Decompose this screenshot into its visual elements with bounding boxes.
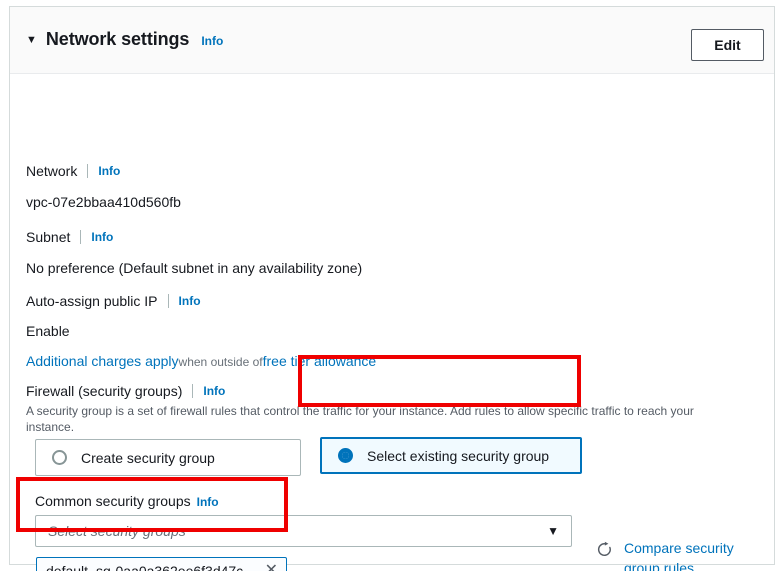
label-divider	[80, 230, 82, 244]
label-divider	[167, 294, 169, 308]
page-title: Network settings	[45, 29, 190, 49]
network-label: Network	[26, 163, 78, 179]
close-icon[interactable]: ✕	[265, 563, 278, 571]
radio-tile-select-existing-security-group[interactable]: Select existing security group	[320, 437, 582, 474]
edit-button[interactable]: Edit	[691, 29, 764, 61]
firewall-description: A security group is a set of firewall ru…	[26, 404, 694, 434]
firewall-info-link[interactable]: Info	[203, 384, 225, 398]
panel-header: ▼ Network settings Info Edit	[10, 7, 774, 74]
subnet-label: Subnet	[26, 229, 71, 245]
additional-charges-note: Additional charges applywhen outside off…	[26, 353, 376, 371]
chevron-down-icon[interactable]: ▼	[547, 525, 559, 537]
firewall-label: Firewall (security groups)	[26, 383, 183, 399]
radio-icon-create-security-group[interactable]	[52, 450, 67, 465]
refresh-icon[interactable]	[596, 541, 613, 558]
subnet-value: No preference (Default subnet in any ava…	[26, 260, 363, 276]
security-group-token-main: default sg-0aa0a362ee6f3d47c	[46, 563, 243, 571]
security-group-token[interactable]: defaultsg-0aa0a362ee6f3d47c ✕ VPC: vpc-0…	[36, 557, 287, 571]
network-label-row: Network Info	[26, 163, 120, 179]
subnet-info-link[interactable]: Info	[91, 230, 113, 244]
common-security-groups-info-link[interactable]: Info	[197, 495, 219, 509]
network-settings-page: ▼ Network settings Info Edit Network Inf…	[0, 0, 783, 571]
security-groups-select-placeholder: Select security groups	[48, 523, 186, 539]
compare-security-group-rules[interactable]: Compare security group rules	[596, 538, 754, 571]
radio-label-create-security-group: Create security group	[81, 449, 215, 466]
auto-assign-public-ip-info-link[interactable]: Info	[179, 294, 201, 308]
charges-note-middle: when outside of	[178, 355, 263, 369]
network-value: vpc-07e2bbaa410d560fb	[26, 194, 181, 210]
radio-icon-select-existing-security-group[interactable]	[338, 448, 353, 463]
network-settings-info-link[interactable]: Info	[201, 34, 223, 48]
common-security-groups-label-row: Common security groups Info	[35, 493, 219, 509]
common-security-groups-label: Common security groups	[35, 493, 191, 509]
compare-security-group-rules-link[interactable]: Compare security group rules	[624, 538, 754, 571]
network-settings-panel: ▼ Network settings Info Edit Network Inf…	[9, 6, 775, 571]
radio-tile-create-security-group[interactable]: Create security group	[35, 439, 301, 476]
security-groups-select[interactable]: Select security groups ▼	[35, 515, 572, 547]
label-divider	[87, 164, 89, 178]
security-group-token-name: default	[46, 563, 89, 571]
subnet-label-row: Subnet Info	[26, 229, 113, 245]
additional-charges-link[interactable]: Additional charges apply	[26, 353, 179, 369]
auto-assign-public-ip-label: Auto-assign public IP	[26, 293, 158, 309]
radio-label-select-existing-security-group: Select existing security group	[367, 447, 550, 464]
security-group-token-id: sg-0aa0a362ee6f3d47c	[96, 563, 244, 571]
auto-assign-public-ip-label-row: Auto-assign public IP Info	[26, 293, 201, 309]
network-info-link[interactable]: Info	[98, 164, 120, 178]
free-tier-allowance-link[interactable]: free tier allowance	[263, 353, 377, 369]
caret-down-icon[interactable]: ▼	[26, 35, 37, 46]
firewall-label-row: Firewall (security groups) Info	[26, 383, 225, 399]
label-divider	[192, 384, 194, 398]
panel-header-left: ▼ Network settings Info	[26, 29, 223, 50]
auto-assign-public-ip-value: Enable	[26, 323, 70, 339]
